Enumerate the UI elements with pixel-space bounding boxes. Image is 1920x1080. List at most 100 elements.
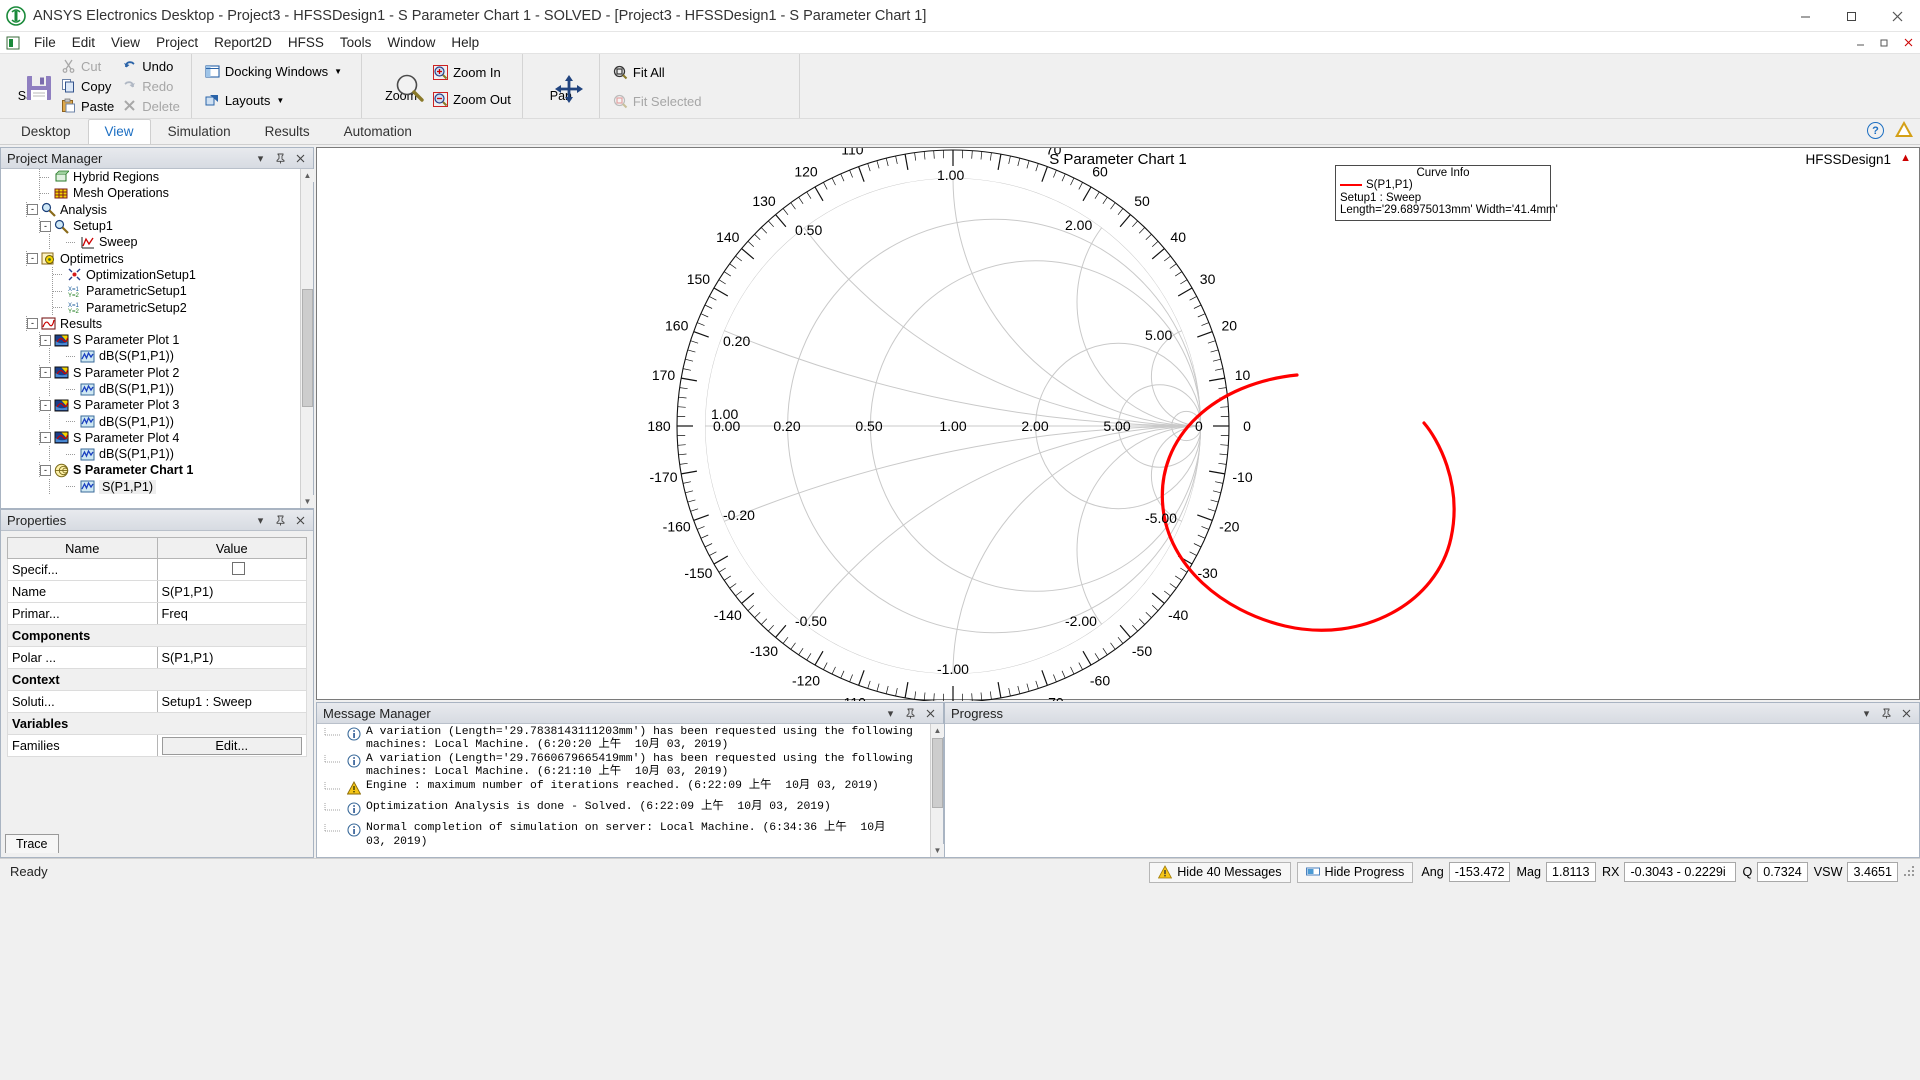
paste-button[interactable]: Paste (58, 96, 119, 116)
message-row[interactable]: A variation (Length='29.7660679665419mm'… (317, 753, 930, 780)
tree-expander-collapse[interactable]: - (40, 399, 51, 411)
tab-results[interactable]: Results (248, 119, 327, 144)
delete-button[interactable]: Delete (119, 96, 185, 116)
tab-view[interactable]: View (87, 119, 151, 144)
message-scrollbar[interactable]: ▲ ▼ (930, 724, 944, 857)
tree-item[interactable]: Hybrid Regions (1, 169, 300, 186)
menu-project[interactable]: Project (148, 33, 206, 52)
project-tree[interactable]: Hybrid Regions Mesh Operations - Analysis - S… (1, 169, 300, 508)
tree-expander-collapse[interactable]: - (40, 464, 51, 476)
tab-simulation[interactable]: Simulation (151, 119, 248, 144)
close-icon[interactable] (294, 152, 307, 165)
properties-button-cell[interactable]: Edit... (156, 734, 307, 757)
tree-expander-collapse[interactable]: - (27, 253, 38, 265)
scroll-down-arrow[interactable]: ▼ (931, 844, 944, 857)
chevron-down-icon[interactable]: ▾ (254, 152, 267, 165)
tree-item[interactable]: Mesh Operations (1, 185, 300, 202)
tab-automation[interactable]: Automation (327, 119, 429, 144)
tree-item[interactable]: S(P1,P1) (1, 478, 300, 495)
chevron-down-icon[interactable]: ▾ (884, 707, 897, 720)
redo-button[interactable]: Redo (119, 76, 185, 96)
menu-window[interactable]: Window (379, 33, 443, 52)
families-edit-button[interactable]: Edit... (161, 736, 302, 755)
menu-hfss[interactable]: HFSS (280, 33, 332, 52)
tree-item[interactable]: - S Parameter Plot 3 (1, 397, 300, 414)
zoom-button[interactable]: Zoom (372, 56, 430, 116)
tree-item[interactable]: - S Parameter Plot 4 (1, 429, 300, 446)
message-row[interactable]: Optimization Analysis is done - Solved. … (317, 801, 930, 822)
fit-all-button[interactable]: Fit All (610, 62, 707, 83)
tree-item[interactable]: dB(S(P1,P1)) (1, 446, 300, 463)
tab-trace[interactable]: Trace (5, 834, 59, 853)
pin-icon[interactable] (1880, 707, 1893, 720)
tree-item[interactable]: - Analysis (1, 201, 300, 218)
close-button[interactable] (1874, 0, 1920, 32)
properties-checkbox-cell[interactable] (156, 558, 307, 581)
message-row[interactable]: A variation (Length='29.7838143111203mm'… (317, 726, 930, 753)
tree-item[interactable]: - S Parameter Plot 2 (1, 364, 300, 381)
tree-expander-collapse[interactable]: - (40, 334, 51, 346)
menu-help[interactable]: Help (443, 33, 487, 52)
hide-messages-button[interactable]: Hide 40 Messages (1149, 861, 1291, 883)
tree-expander-collapse[interactable]: - (40, 220, 51, 232)
tree-item[interactable]: dB(S(P1,P1)) (1, 413, 300, 430)
scroll-up-arrow[interactable]: ▲ (301, 169, 314, 182)
hide-progress-button[interactable]: Hide Progress (1296, 861, 1414, 883)
tree-expander-collapse[interactable]: - (27, 204, 38, 216)
scroll-thumb[interactable] (302, 289, 313, 407)
tree-item[interactable]: dB(S(P1,P1)) (1, 381, 300, 397)
zoom-in-button[interactable]: Zoom In (430, 62, 516, 83)
pin-icon[interactable] (904, 707, 917, 720)
chevron-down-icon[interactable]: ▾ (1860, 707, 1873, 720)
cut-button[interactable]: Cut (58, 56, 119, 76)
minimize-doc-icon[interactable] (1852, 34, 1868, 50)
close-icon[interactable] (294, 514, 307, 527)
menu-report2d[interactable]: Report2D (206, 33, 280, 52)
menu-tools[interactable]: Tools (332, 33, 380, 52)
tree-item[interactable]: Sweep (1, 234, 300, 251)
message-row[interactable]: Normal completion of simulation on serve… (317, 822, 930, 849)
tree-expander-collapse[interactable]: - (40, 432, 51, 444)
tree-item[interactable]: X=1 Y=2 ParametricSetup2 (1, 299, 300, 316)
copy-button[interactable]: Copy (58, 76, 119, 96)
minimize-button[interactable] (1782, 0, 1828, 32)
tree-item[interactable]: - S Parameter Plot 1 (1, 332, 300, 349)
tree-item[interactable]: - Optimetrics (1, 250, 300, 267)
layouts-button[interactable]: Layouts ▼ (202, 90, 347, 111)
docking-windows-button[interactable]: Docking Windows ▼ (202, 61, 347, 82)
save-button[interactable]: Save (6, 56, 58, 116)
menu-file[interactable]: File (26, 33, 64, 52)
zoom-out-button[interactable]: Zoom Out (430, 89, 516, 110)
pin-icon[interactable] (274, 152, 287, 165)
undo-button[interactable]: Undo (119, 56, 185, 76)
help-icon[interactable]: ? (1867, 122, 1884, 139)
restore-doc-icon[interactable] (1876, 34, 1892, 50)
message-list[interactable]: A variation (Length='29.7838143111203mm'… (317, 724, 930, 857)
smith-chart-pane[interactable]: S Parameter Chart 1 HFSSDesign1 ▲ Curve … (316, 147, 1920, 701)
menu-edit[interactable]: Edit (64, 33, 103, 52)
scroll-down-arrow[interactable]: ▼ (301, 495, 314, 508)
project-tree-scrollbar[interactable]: ▲ ▼ (300, 169, 314, 508)
resize-grip[interactable] (1902, 864, 1918, 880)
close-icon[interactable] (924, 707, 937, 720)
scroll-thumb[interactable] (932, 738, 943, 808)
tree-expander-collapse[interactable]: - (40, 367, 51, 379)
fit-selected-button[interactable]: Fit Selected (610, 91, 707, 112)
message-row[interactable]: Engine : maximum number of iterations re… (317, 780, 930, 801)
close-icon[interactable] (1900, 707, 1913, 720)
tree-item[interactable]: - Setup1 (1, 218, 300, 235)
scroll-up-arrow[interactable]: ▲ (931, 724, 944, 737)
menu-view[interactable]: View (103, 33, 148, 52)
maximize-button[interactable] (1828, 0, 1874, 32)
tree-item[interactable]: OptimizationSetup1 (1, 266, 300, 283)
tree-item[interactable]: - S Parameter Chart 1 (1, 462, 300, 479)
pan-button[interactable]: Pan (535, 56, 587, 116)
tree-item[interactable]: dB(S(P1,P1)) (1, 348, 300, 365)
specify-checkbox[interactable] (231, 561, 245, 575)
chevron-down-icon[interactable]: ▾ (254, 514, 267, 527)
tree-expander-collapse[interactable]: - (27, 318, 38, 330)
tree-item[interactable]: - Results (1, 315, 300, 332)
tree-item[interactable]: X=1 Y=2 ParametricSetup1 (1, 283, 300, 300)
close-doc-icon[interactable] (1900, 34, 1916, 50)
pin-icon[interactable] (274, 514, 287, 527)
